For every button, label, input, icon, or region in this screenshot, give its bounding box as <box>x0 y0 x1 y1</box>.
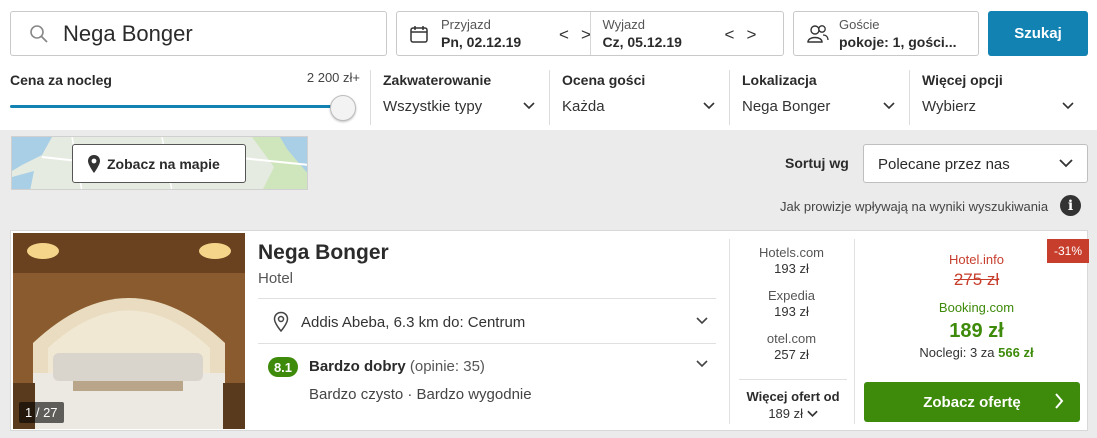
more-options-filter-title: Więcej opcji <box>922 72 1003 88</box>
divider <box>258 343 716 344</box>
checkout-next-icon[interactable]: > <box>747 25 757 45</box>
chevron-down-icon[interactable] <box>696 317 708 325</box>
more-offers-button[interactable]: Więcej ofert od 189 zł <box>739 389 847 421</box>
sort-select[interactable]: Polecane przez nas <box>863 144 1088 183</box>
price-filter-title: Cena za nocleg <box>10 72 112 88</box>
guest-rating-filter-title: Ocena gości <box>562 72 646 88</box>
rating-badge: 8.1 <box>268 357 298 377</box>
more-options-filter-value: Wybierz <box>922 98 977 115</box>
guests-value: pokoje: 1, gości... <box>839 34 957 50</box>
view-deal-label: Zobacz ofertę <box>923 393 1021 411</box>
price-filter-value: 2 200 zł+ <box>306 70 360 85</box>
photo-counter: 1 / 27 <box>19 402 64 423</box>
offer-price: 193 zł <box>774 261 809 276</box>
price-slider-track[interactable] <box>10 105 345 108</box>
chevron-down-icon <box>703 102 715 110</box>
offer-expedia[interactable]: Expedia 193 zł <box>739 288 844 319</box>
price-slider-handle[interactable] <box>330 95 356 121</box>
guest-rating-filter[interactable]: Ocena gości Każda <box>549 70 729 125</box>
more-offers-price: 189 zł <box>768 406 804 421</box>
search-button[interactable]: Szukaj <box>988 11 1088 56</box>
location-filter-title: Lokalizacja <box>742 72 817 88</box>
offer-hotels-com[interactable]: Hotels.com 193 zł <box>739 245 844 276</box>
price-filter: Cena za nocleg 2 200 zł+ <box>10 70 360 125</box>
hotel-type: Hotel <box>258 270 294 287</box>
sort-select-value: Polecane przez nas <box>878 156 1010 173</box>
offer-site: Expedia <box>768 288 815 303</box>
nights-total: Noclegi: 3 za 566 zł <box>864 345 1089 360</box>
offer-price: 257 zł <box>774 347 809 362</box>
divider <box>258 298 716 299</box>
chevron-down-icon[interactable] <box>696 360 708 368</box>
more-offers-label: Więcej ofert od <box>746 389 840 404</box>
chevron-down-icon <box>523 102 535 110</box>
chevron-right-icon <box>1055 393 1064 409</box>
accommodation-filter-value: Wszystkie typy <box>383 98 483 115</box>
best-deal-site: Booking.com <box>938 300 1015 315</box>
show-on-map-label: Zobacz na mapie <box>107 155 220 172</box>
offer-otel-com[interactable]: otel.com 257 zł <box>739 331 844 362</box>
rating-highlights: Bardzo czysto · Bardzo wygodnie <box>309 386 532 403</box>
offer-price: 193 zł <box>774 304 809 319</box>
chevron-down-icon <box>883 102 895 110</box>
nights-total-prefix: Noclegi: 3 za <box>919 345 995 360</box>
destination-value: Nega Bonger <box>63 20 193 46</box>
map-pin-icon <box>88 154 100 173</box>
old-deal-price: 275 zł <box>953 270 1000 289</box>
guest-rating-filter-value: Każda <box>562 98 605 115</box>
more-options-filter[interactable]: Więcej opcji Wybierz <box>909 70 1088 125</box>
hotel-location: Addis Abeba, 6.3 km do: Centrum <box>301 314 526 331</box>
show-on-map-button[interactable]: Zobacz na mapie <box>72 144 246 183</box>
sort-label: Sortuj wg <box>785 155 849 171</box>
rating-reviews: (opinie: 35) <box>409 358 485 375</box>
view-deal-button[interactable]: Zobacz ofertę <box>864 382 1080 422</box>
info-icon[interactable]: i <box>1060 195 1081 216</box>
checkin-value: Pn, 02.12.19 <box>441 34 522 50</box>
old-deal-site: Hotel.info <box>949 252 1004 267</box>
location-filter[interactable]: Lokalizacja Nega Bonger <box>729 70 909 125</box>
chevron-down-icon <box>1059 159 1073 168</box>
checkin-prev-icon[interactable]: < <box>559 25 569 45</box>
guests-field[interactable]: Goście pokoje: 1, gości... <box>793 11 979 56</box>
nights-total-price: 566 zł <box>998 345 1034 360</box>
destination-search-input[interactable]: Nega Bonger <box>10 11 387 56</box>
rating-text: Bardzo dobry <box>309 358 406 375</box>
checkin-label: Przyjazd <box>441 17 491 32</box>
location-pin-icon <box>273 311 289 333</box>
date-picker: Przyjazd Pn, 02.12.19 < > Wyjazd Cz, 05.… <box>396 11 784 56</box>
checkout-field[interactable]: Wyjazd Cz, 05.12.19 < > <box>589 12 784 55</box>
guests-icon <box>807 25 829 43</box>
hotel-photo[interactable]: 1 / 27 <box>13 233 245 429</box>
best-deal-price: 189 zł <box>949 320 1004 342</box>
divider <box>729 239 730 424</box>
chevron-down-icon <box>806 410 818 418</box>
checkin-field[interactable]: Przyjazd Pn, 02.12.19 < > <box>397 12 591 55</box>
chevron-down-icon <box>1062 102 1074 110</box>
hotel-card[interactable]: 1 / 27 Nega Bonger Hotel Addis Abeba, 6.… <box>10 230 1089 431</box>
checkout-label: Wyjazd <box>602 17 646 32</box>
location-filter-value: Nega Bonger <box>742 98 831 115</box>
checkout-prev-icon[interactable]: < <box>725 25 735 45</box>
hotel-room-image <box>13 233 245 429</box>
more-offers-price-row: 189 zł <box>739 406 847 421</box>
accommodation-filter-title: Zakwaterowanie <box>383 72 492 88</box>
search-icon <box>30 24 48 43</box>
accommodation-filter[interactable]: Zakwaterowanie Wszystkie typy <box>370 70 549 125</box>
commission-info-link[interactable]: Jak prowizje wpływają na wyniki wyszukiw… <box>780 199 1048 214</box>
calendar-icon <box>410 26 428 43</box>
checkout-value: Cz, 05.12.19 <box>602 34 682 50</box>
divider <box>739 379 847 380</box>
rating-summary: Bardzo dobry (opinie: 35) <box>309 358 485 375</box>
hotel-name[interactable]: Nega Bonger <box>258 241 389 265</box>
divider <box>854 239 855 424</box>
guests-label: Goście <box>839 17 880 32</box>
offer-site: Hotels.com <box>758 245 825 260</box>
offer-site: otel.com <box>766 331 817 346</box>
